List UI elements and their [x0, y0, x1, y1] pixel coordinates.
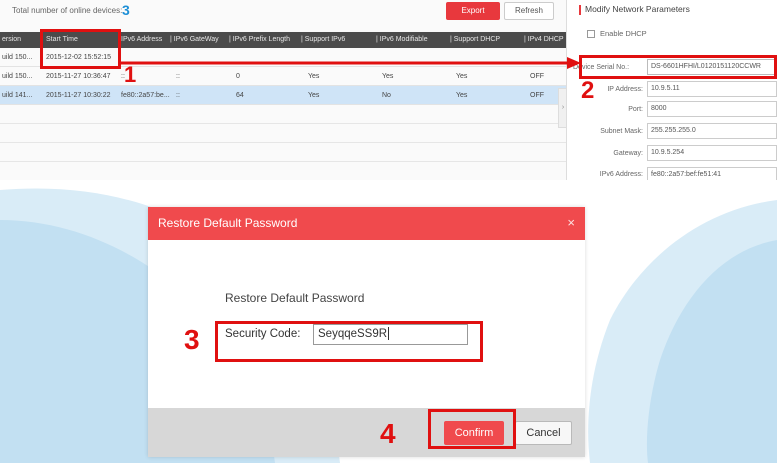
column-header-ipv6-address[interactable]: IPv6 Address — [121, 32, 162, 48]
column-header-ipv6-prefix[interactable]: | IPv6 Prefix Length — [229, 32, 290, 48]
column-header-ipv4-dhcp[interactable]: | IPv4 DHCP — [524, 32, 564, 48]
empty-row — [0, 124, 566, 143]
column-header-version[interactable]: ersion — [2, 32, 21, 48]
table-row-selected[interactable]: uild 141... 2015-11-27 10:30:22 fe80::2a… — [0, 86, 566, 105]
close-icon[interactable]: × — [567, 215, 575, 230]
port-field[interactable]: 8000 — [647, 101, 777, 117]
dialog-title: Restore Default Password — [158, 216, 298, 230]
export-button[interactable]: Export — [446, 2, 500, 20]
modify-network-parameters-panel: Modify Network Parameters Enable DHCP De… — [566, 0, 777, 180]
port-label: Port: — [628, 106, 643, 113]
online-devices-count: 3 — [122, 2, 130, 18]
empty-row — [0, 143, 566, 162]
cell-version: uild 150... — [2, 73, 33, 80]
device-list-screenshot: Total number of online devices: 3 Export… — [0, 0, 777, 180]
enable-dhcp-label: Enable DHCP — [600, 29, 647, 38]
empty-row — [0, 105, 566, 124]
title-accent-bar — [579, 5, 581, 15]
highlight-serial-no — [579, 55, 777, 79]
refresh-button[interactable]: Refresh — [504, 2, 554, 20]
cell-ipv6-gateway: :: — [176, 92, 180, 99]
panel-title: Modify Network Parameters — [585, 4, 690, 14]
cancel-button[interactable]: Cancel — [515, 421, 572, 445]
cell-version: uild 150... — [2, 54, 33, 61]
highlight-start-time — [40, 29, 121, 69]
restore-password-screenshot: Restore Default Password × Restore Defau… — [0, 180, 777, 463]
ipv6-address-label: IPv6 Address: — [599, 171, 643, 178]
gateway-label: Gateway: — [613, 150, 643, 157]
column-header-ipv6-gateway[interactable]: | IPv6 GateWay — [170, 32, 219, 48]
cell-start-time: 2015-11-27 10:30:22 — [46, 92, 111, 99]
cell-ipv6-prefix: 64 — [236, 92, 244, 99]
cell-ipv6-modifiable: No — [382, 92, 391, 99]
arrow-to-serial-no — [121, 57, 581, 69]
highlight-security-code — [215, 321, 483, 362]
subnet-mask-label: Subnet Mask: — [600, 128, 643, 135]
cell-support-dhcp: Yes — [456, 92, 468, 99]
cell-support-ipv6: Yes — [308, 92, 320, 99]
dialog-header: Restore Default Password × — [148, 207, 585, 240]
enable-dhcp-checkbox[interactable] — [587, 30, 595, 38]
cell-ipv4-dhcp: OFF — [530, 92, 544, 99]
subnet-mask-field[interactable]: 255.255.255.0 — [647, 123, 777, 139]
column-header-support-ipv6[interactable]: | Support IPv6 — [301, 32, 345, 48]
dialog-footer: Confirm Cancel — [148, 408, 585, 457]
online-devices-label: Total number of online devices: — [12, 6, 123, 15]
column-header-support-dhcp[interactable]: | Support DHCP — [450, 32, 500, 48]
cell-start-time: 2015-11-27 10:36:47 — [46, 73, 111, 80]
cell-version: uild 141... — [2, 92, 33, 99]
step-4-number: 4 — [380, 418, 396, 449]
column-header-ipv6-modifiable[interactable]: | IPv6 Modifiable — [376, 32, 428, 48]
device-list-panel: Total number of online devices: 3 Export… — [0, 0, 566, 180]
gateway-field[interactable]: 10.9.5.254 — [647, 145, 777, 161]
dialog-heading: Restore Default Password — [225, 291, 365, 305]
step-2-number: 2 — [581, 77, 595, 104]
cell-ipv6-address: fe80::2a57:be... — [121, 92, 170, 99]
step-3-number: 3 — [184, 324, 200, 355]
ip-address-field[interactable]: 10.9.5.11 — [647, 81, 777, 97]
highlight-confirm — [428, 409, 516, 449]
ipv6-address-field[interactable]: fe80::2a57:bef:fe51:41 — [647, 167, 777, 180]
